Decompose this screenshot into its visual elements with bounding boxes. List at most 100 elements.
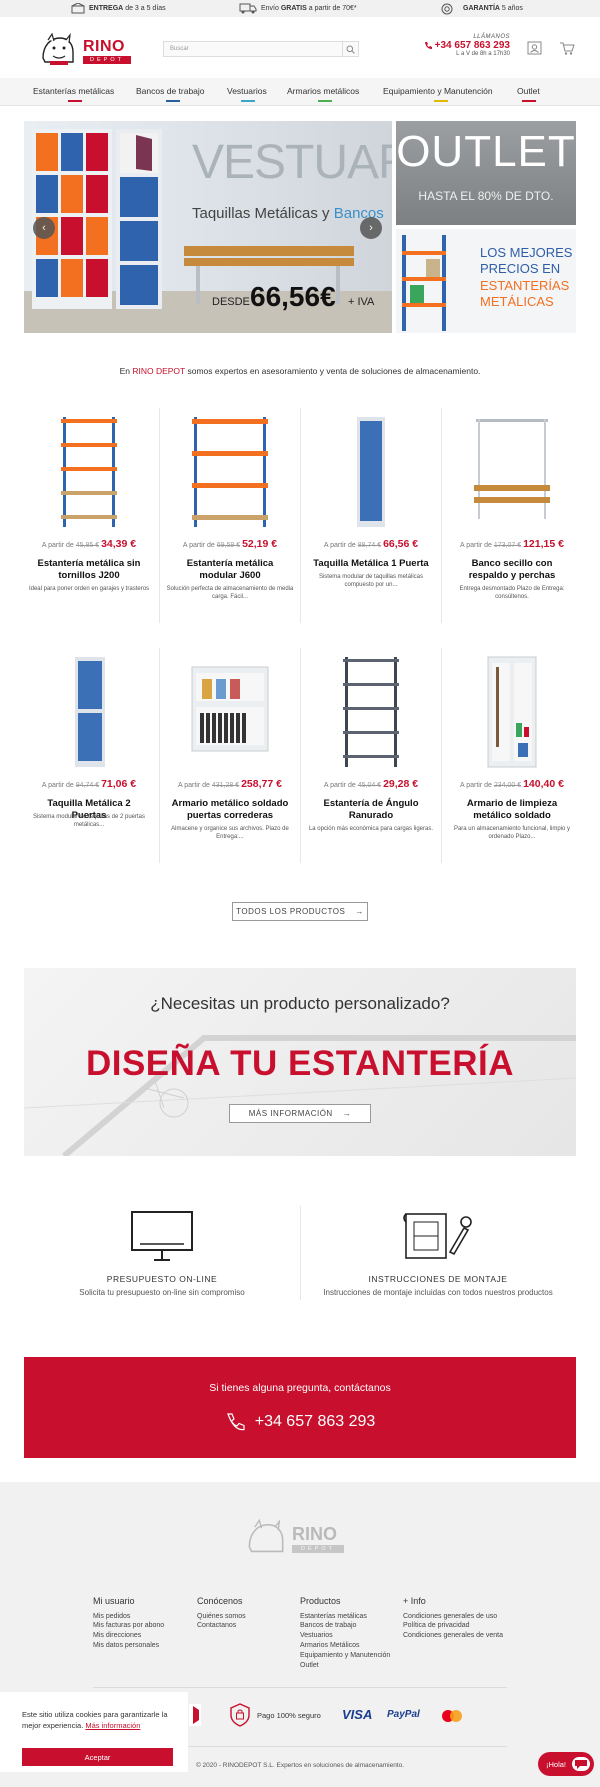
more-info-button[interactable]: MÁS INFORMACIÓN →	[229, 1104, 371, 1123]
intro-post: somos expertos en asesoramiento y venta …	[187, 366, 481, 376]
intro-pre: En	[119, 366, 130, 376]
product-card[interactable]: A partir de 94,74 € 71,06 € Taquilla Met…	[19, 647, 159, 867]
footer-link[interactable]: Bancos de trabajo	[300, 1621, 390, 1631]
blueprint-tools-icon	[403, 1213, 472, 1259]
product-card[interactable]: A partir de 69,59 € 52,19 € Estantería m…	[160, 407, 300, 627]
product-card[interactable]: A partir de 88,74 € 66,56 € Taquilla Met…	[301, 407, 441, 627]
product-card[interactable]: A partir de 45,04 € 29,28 € Estantería d…	[301, 647, 441, 867]
product-price: A partir de 45,04 € 29,28 €	[301, 778, 441, 790]
footer-link[interactable]: Quiénes somos	[197, 1612, 246, 1622]
price-old: 234,00 €	[493, 782, 522, 789]
product-name[interactable]: Estantería de Ángulo Ranurado	[311, 798, 431, 822]
delivery-bold: ENTREGA	[89, 5, 124, 12]
search-button[interactable]	[342, 42, 358, 56]
arrow-right-icon: →	[355, 907, 364, 916]
service-title: PRESUPUESTO ON-LINE	[106, 1274, 218, 1284]
medal-icon	[441, 3, 453, 14]
product-name[interactable]: Estantería metálica sin tornillos J200	[29, 558, 149, 582]
nav-underline	[166, 100, 180, 102]
footer-link[interactable]: Estanterías metálicas	[300, 1612, 390, 1622]
price-current: 121,15 €	[523, 538, 564, 550]
contact-title: Si tienes alguna pregunta, contáctanos	[209, 1382, 391, 1394]
cookie-more-info-link[interactable]: Más información	[85, 1721, 140, 1730]
contact-phone[interactable]: +34 657 863 293	[24, 1412, 576, 1432]
product-name[interactable]: Banco secillo con respaldo y perchas	[452, 558, 572, 582]
all-products-label: TODOS LOS PRODUCTOS	[236, 907, 346, 916]
shipping-info: Envío GRATIS a partir de 70€*	[239, 0, 357, 17]
footer-link[interactable]: Vestuarios	[300, 1631, 390, 1641]
contact-banner: Si tienes alguna pregunta, contáctanos +…	[24, 1357, 576, 1458]
all-products-button[interactable]: TODOS LOS PRODUCTOS →	[232, 902, 368, 921]
secure-lock-icon	[230, 1703, 250, 1727]
footer-link[interactable]: Política de privacidad	[403, 1621, 503, 1631]
footer-logo-text: RINO	[292, 1524, 337, 1544]
product-card[interactable]: A partir de 431,28 € 258,77 € Armario me…	[160, 647, 300, 867]
footer-link[interactable]: Mis direcciones	[93, 1631, 164, 1641]
shelving-price-banner[interactable]: LOS MEJORES PRECIOS EN ESTANTERÍAS METÁL…	[396, 229, 576, 333]
chevron-left-icon: ‹	[42, 222, 46, 234]
visa-logo: VISA	[342, 1707, 373, 1722]
banner-price-tax: + IVA	[348, 296, 375, 308]
outlet-banner[interactable]: OUTLET HASTA EL 80% DE DTO.	[396, 121, 576, 225]
footer-link[interactable]: Mis pedidos	[93, 1612, 164, 1622]
footer-col-title: Productos	[300, 1596, 341, 1606]
product-description: Ideal para poner orden en garajes y tras…	[28, 586, 150, 592]
product-price: A partir de 431,28 € 258,77 €	[160, 778, 300, 790]
search-icon	[346, 45, 355, 54]
user-icon	[527, 41, 542, 55]
product-image	[191, 666, 269, 752]
footer-link[interactable]: Condiciones generales de venta	[403, 1631, 503, 1641]
product-name[interactable]: Taquilla Metálica 1 Puerta	[311, 558, 431, 570]
custom-question: ¿Necesitas un producto personalizado?	[150, 994, 450, 1013]
phone-hours: L a V de 8h a 17h30	[456, 51, 510, 57]
product-card[interactable]: A partir de 234,00 € 140,40 € Armario de…	[442, 647, 582, 867]
delivery-rest: de 3 a 5 días	[125, 5, 166, 12]
footer-logo[interactable]: RINO DEPOT	[246, 1518, 356, 1558]
footer-link[interactable]: Equipamiento y Manutención	[300, 1651, 390, 1661]
shelving-banner-text: LOS MEJORES PRECIOS EN ESTANTERÍAS METÁL…	[480, 245, 572, 310]
hero-slider[interactable]: VESTUARIOS Taquillas Metálicas y Bancos …	[24, 121, 392, 333]
product-name[interactable]: Armario metálico soldado puertas correde…	[170, 798, 290, 822]
chat-widget-button[interactable]: ¡Hola!	[538, 1752, 594, 1776]
footer-col-title: + Info	[403, 1596, 426, 1606]
phone-icon	[226, 1413, 245, 1431]
shelving-line-2: PRECIOS EN	[480, 261, 561, 277]
header-phone[interactable]: LLÁMANOS +34 657 863 293 L a V de 8h a 1…	[420, 34, 510, 57]
product-description: Entrega desmontado Plazo de Entrega: con…	[459, 586, 565, 601]
nav-label: Estanterías metálicas	[33, 86, 115, 96]
top-info-bar: ENTREGA de 3 a 5 días Envío GRATIS a par…	[0, 0, 600, 17]
nav-underline	[241, 100, 255, 102]
cart-button[interactable]	[559, 40, 575, 56]
product-card[interactable]: A partir de 45,85 € 34,39 € Estantería m…	[19, 407, 159, 627]
outlet-subtitle: HASTA EL 80% DE DTO.	[418, 189, 554, 203]
footer-link[interactable]: Condiciones generales de uso	[403, 1612, 503, 1622]
nav-underline	[68, 100, 82, 102]
product-card[interactable]: A partir de 173,07 € 121,15 € Banco seci…	[442, 407, 582, 627]
product-price: A partir de 94,74 € 71,06 €	[19, 778, 159, 790]
price-from: A partir de	[178, 782, 210, 789]
intro-brand: RINO DEPOT	[132, 366, 186, 376]
service-assembly-instructions[interactable]: INSTRUCCIONES DE MONTAJE Instrucciones d…	[300, 1274, 576, 1297]
account-button[interactable]	[527, 40, 543, 56]
footer-link[interactable]: Armarios Metálicos	[300, 1641, 390, 1651]
price-old: 88,74 €	[357, 542, 382, 549]
product-price: A partir de 69,59 € 52,19 €	[160, 538, 300, 550]
banner-price: 66,56€	[250, 281, 336, 312]
slider-next-button[interactable]: ›	[360, 217, 382, 239]
footer-link[interactable]: Mis datos personales	[93, 1641, 164, 1651]
cookie-accept-button[interactable]: Aceptar	[22, 1748, 173, 1766]
product-name[interactable]: Estantería metálica modular J600	[170, 558, 290, 582]
product-description: Sistema modular de taquillas metálicas c…	[318, 574, 424, 589]
footer-link[interactable]: Contactanos	[197, 1621, 246, 1631]
price-current: 29,28 €	[383, 778, 419, 790]
footer-link[interactable]: Outlet	[300, 1661, 390, 1671]
product-price: A partir de 234,00 € 140,40 €	[442, 778, 582, 790]
product-name[interactable]: Armario de limpieza metálico soldado	[452, 798, 572, 822]
site-logo[interactable]: RINO DEPOT	[40, 30, 135, 67]
price-from: A partir de	[460, 542, 492, 549]
footer-link[interactable]: Mis facturas por abono	[93, 1621, 164, 1631]
service-online-quote[interactable]: PRESUPUESTO ON-LINE Solicita tu presupue…	[24, 1274, 300, 1297]
search-input[interactable]: Buscar	[163, 41, 359, 57]
slider-prev-button[interactable]: ‹	[33, 217, 55, 239]
price-old: 69,59 €	[216, 542, 241, 549]
